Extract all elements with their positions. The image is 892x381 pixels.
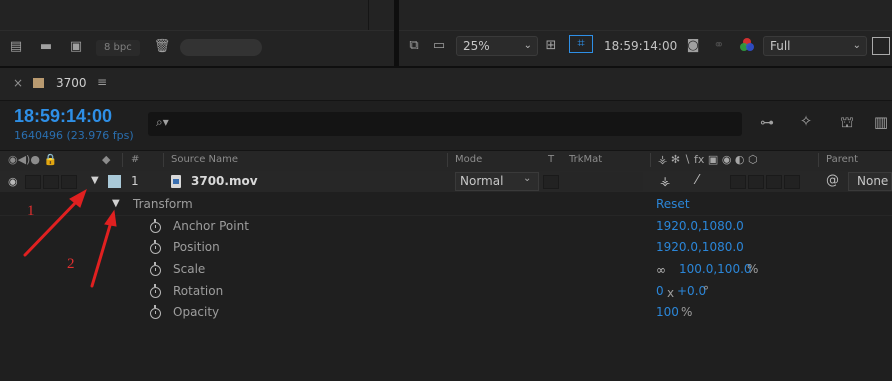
annotation-arrow-1 (23, 188, 87, 257)
annotation-arrows (23, 188, 117, 288)
annotation-arrow-2 (90, 209, 117, 288)
